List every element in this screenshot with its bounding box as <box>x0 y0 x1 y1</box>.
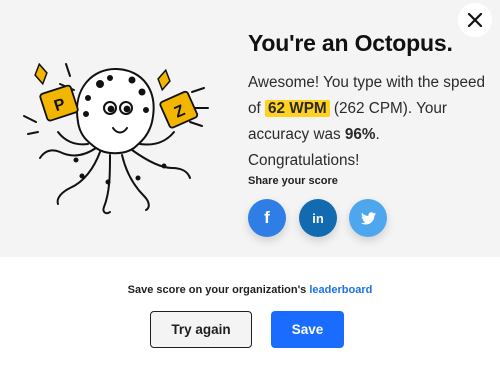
result-title: You're an Octopus. <box>248 30 453 56</box>
share-label: Share your score <box>248 175 338 187</box>
wpm-badge: 62 WPM <box>265 100 330 117</box>
share-linkedin-button[interactable]: in <box>299 199 337 237</box>
try-again-button[interactable]: Try again <box>150 311 252 348</box>
accuracy-value: 96% <box>344 126 376 143</box>
save-note-text: Save score on your organization's <box>127 284 310 296</box>
octopus-illustration: P Z <box>23 62 209 215</box>
linkedin-icon: in <box>312 210 324 226</box>
facebook-icon: f <box>264 208 270 227</box>
twitter-icon <box>360 211 376 224</box>
leaderboard-link[interactable]: leaderboard <box>309 284 372 296</box>
share-facebook-button[interactable]: f <box>248 199 286 237</box>
save-score-note: Save score on your organization's leader… <box>0 284 500 296</box>
save-button[interactable]: Save <box>271 311 344 348</box>
share-twitter-button[interactable] <box>349 199 387 237</box>
close-icon <box>468 13 482 27</box>
close-button[interactable] <box>458 3 492 37</box>
result-description: Awesome! You type with the speed of 62 W… <box>248 70 488 174</box>
